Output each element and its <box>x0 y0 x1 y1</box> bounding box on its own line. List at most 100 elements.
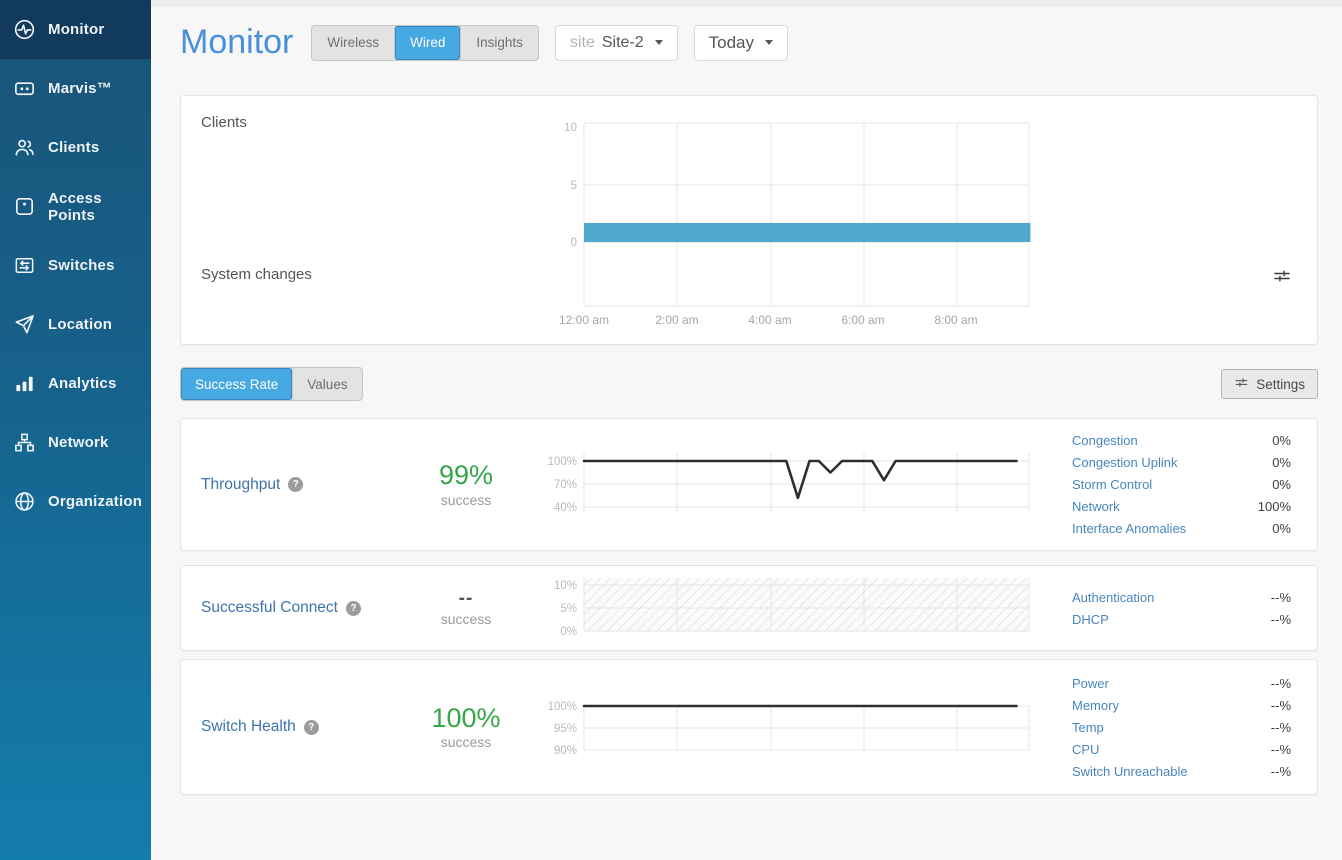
metric-legend: Authentication --% DHCP --% <box>1072 566 1291 650</box>
metric-cards: Throughput?99%successCongestion0%Congest… <box>180 418 1318 795</box>
sidebar: Monitor Marvis™ ClientsAccess Points Switch… <box>0 0 151 860</box>
sidebar-item-label: Switches <box>48 257 115 274</box>
sidebar-item-label: Location <box>48 316 112 333</box>
svg-text:100%: 100% <box>548 456 577 468</box>
tab-insights[interactable]: Insights <box>460 26 538 60</box>
legend-value: 0% <box>1272 477 1291 492</box>
legend-row: Interface Anomalies 0% <box>1072 518 1291 540</box>
legend-value: --% <box>1271 612 1291 627</box>
sidebar-item-clients[interactable]: Clients <box>0 118 151 177</box>
metric-title: Successful Connect? <box>201 566 361 650</box>
sidebar-item-access-points[interactable]: Access Points <box>0 177 151 236</box>
legend-link-memory[interactable]: Memory <box>1072 698 1119 713</box>
view-toggle-row: Success RateValues Settings <box>180 368 1318 400</box>
legend-link-network[interactable]: Network <box>1072 499 1120 514</box>
legend-link-switch-unreachable[interactable]: Switch Unreachable <box>1072 764 1188 779</box>
legend-value: --% <box>1271 590 1291 605</box>
legend-value: 0% <box>1272 455 1291 470</box>
metric-value-unit: success <box>441 734 492 750</box>
site-selector[interactable]: site Site-2 <box>555 25 678 61</box>
help-icon[interactable]: ? <box>304 720 319 735</box>
svg-text:10: 10 <box>564 122 577 134</box>
metric-value-number: 99% <box>439 461 493 489</box>
legend-row: Authentication --% <box>1072 586 1291 608</box>
svg-text:40%: 40% <box>554 502 577 514</box>
legend-link-temp[interactable]: Temp <box>1072 720 1104 735</box>
legend-link-power[interactable]: Power <box>1072 676 1109 691</box>
legend-row: Storm Control 0% <box>1072 474 1291 496</box>
legend-link-cpu[interactable]: CPU <box>1072 742 1099 757</box>
sidebar-item-label: Marvis™ <box>48 80 112 97</box>
legend-row: Network 100% <box>1072 496 1291 518</box>
overview-card: Clients System changes 105012:00 am2:00 … <box>180 95 1318 345</box>
metric-legend: Power --% Memory --% Temp --% CPU --% Switch Unr… <box>1072 660 1291 794</box>
toggle-values[interactable]: Values <box>292 368 361 400</box>
marvis-icon <box>13 77 36 100</box>
legend-link-interface-anomalies[interactable]: Interface Anomalies <box>1072 521 1186 536</box>
metric-title-link-switch-health[interactable]: Switch Health <box>201 718 296 736</box>
legend-link-authentication[interactable]: Authentication <box>1072 590 1154 605</box>
svg-text:12:00 am: 12:00 am <box>559 313 609 327</box>
svg-text:70%: 70% <box>554 479 577 491</box>
legend-link-storm-control[interactable]: Storm Control <box>1072 477 1152 492</box>
access-points-icon <box>13 195 36 218</box>
sliders-icon <box>1234 375 1249 393</box>
legend-row: Memory --% <box>1072 694 1291 716</box>
clients-row-label: Clients <box>201 114 247 131</box>
help-icon[interactable]: ? <box>288 477 303 492</box>
metric-value-number: -- <box>459 589 474 609</box>
metric-card-switch-health: Switch Health? 100% success Power --% Memory -… <box>180 659 1318 795</box>
switch-health-chart: 100%95%90% <box>531 698 1041 758</box>
sidebar-item-label: Network <box>48 434 109 451</box>
sidebar-item-monitor[interactable]: Monitor <box>0 0 151 59</box>
sidebar-item-location[interactable]: Location <box>0 295 151 354</box>
sidebar-item-analytics[interactable]: Analytics <box>0 354 151 413</box>
content: Monitor WirelessWiredInsights site Site-… <box>151 7 1342 795</box>
legend-value: --% <box>1271 698 1291 713</box>
legend-value: --% <box>1271 676 1291 691</box>
svg-text:10%: 10% <box>554 580 577 592</box>
svg-text:95%: 95% <box>554 723 577 735</box>
clients-chart: 105012:00 am2:00 am4:00 am6:00 am8:00 am <box>531 118 1051 333</box>
legend-value: --% <box>1271 720 1291 735</box>
network-icon <box>13 431 36 454</box>
tab-wireless[interactable]: Wireless <box>312 26 394 60</box>
tab-wired[interactable]: Wired <box>394 26 460 60</box>
clients-icon <box>13 136 36 159</box>
top-strip <box>151 0 1342 7</box>
legend-value: 100% <box>1258 499 1291 514</box>
site-selector-value: Site-2 <box>602 34 644 52</box>
main-area: Monitor WirelessWiredInsights site Site-… <box>151 0 1342 860</box>
metric-title-link-successful-connect[interactable]: Successful Connect <box>201 599 338 617</box>
metric-value-unit: success <box>441 611 492 627</box>
svg-text:100%: 100% <box>548 701 577 713</box>
legend-value: --% <box>1271 742 1291 757</box>
metric-title-link-throughput[interactable]: Throughput <box>201 476 280 494</box>
legend-value: 0% <box>1272 521 1291 536</box>
settings-button[interactable]: Settings <box>1221 369 1318 399</box>
sidebar-item-label: Analytics <box>48 375 117 392</box>
metric-value-unit: success <box>441 492 492 508</box>
sidebar-item-marvis[interactable]: Marvis™ <box>0 59 151 118</box>
legend-link-congestion[interactable]: Congestion <box>1072 433 1138 448</box>
metric-legend: Congestion0%Congestion Uplink0%Storm Con… <box>1072 419 1291 550</box>
metric-card-throughput: Throughput?99%successCongestion0%Congest… <box>180 418 1318 551</box>
legend-link-congestion-uplink[interactable]: Congestion Uplink <box>1072 455 1178 470</box>
app-root: MonitorMarvis™ClientsAccess PointsSwitch… <box>0 0 1342 860</box>
filter-sliders-icon[interactable] <box>1272 266 1292 286</box>
legend-row: Congestion Uplink 0% <box>1072 452 1291 474</box>
svg-text:4:00 am: 4:00 am <box>748 313 791 327</box>
legend-row: Temp --% <box>1072 716 1291 738</box>
sidebar-item-network[interactable]: Network <box>0 413 151 472</box>
legend-row: CPU --% <box>1072 738 1291 760</box>
toggle-success-rate[interactable]: Success Rate <box>181 368 292 400</box>
sidebar-item-organization[interactable]: Organization <box>0 472 151 531</box>
monitor-mode-tabs: WirelessWiredInsights <box>311 25 539 61</box>
legend-link-dhcp[interactable]: DHCP <box>1072 612 1109 627</box>
svg-text:0%: 0% <box>560 626 577 638</box>
analytics-icon <box>13 372 36 395</box>
sidebar-item-switches[interactable]: Switches <box>0 236 151 295</box>
sidebar-nav: Monitor Marvis™ ClientsAccess Points Switch… <box>0 0 151 531</box>
time-range-selector[interactable]: Today <box>694 25 788 61</box>
help-icon[interactable]: ? <box>346 601 361 616</box>
